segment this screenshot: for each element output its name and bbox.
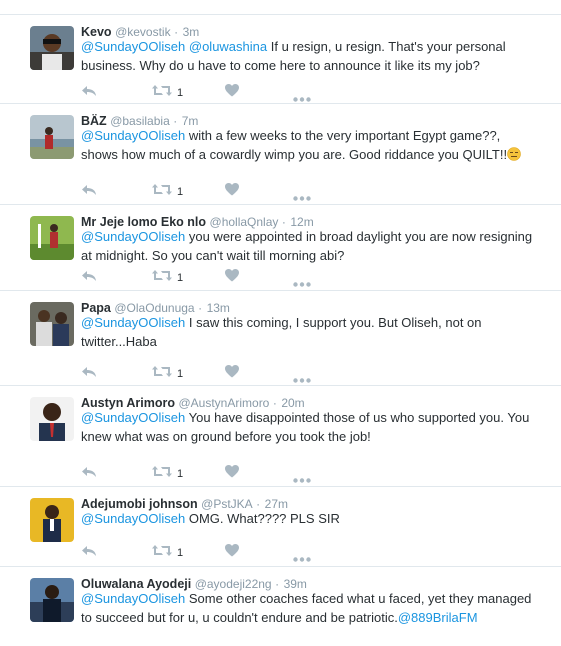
tweet-text: @SundayOOliseh you were appointed in bro… — [81, 227, 533, 265]
reply-arrow-icon — [81, 269, 97, 287]
tweet-actions: 1 — [81, 269, 321, 287]
tweet-actions: 1 — [81, 84, 321, 102]
tweet-actions: 1 — [81, 465, 321, 483]
avatar[interactable] — [30, 115, 74, 159]
retweet-count: 1 — [177, 368, 184, 380]
more-button[interactable] — [293, 549, 311, 567]
like-button[interactable] — [225, 84, 239, 102]
reply-arrow-icon — [81, 465, 97, 483]
mention-link[interactable]: @SundayOOliseh — [81, 591, 185, 606]
retweet-count: 1 — [177, 547, 184, 559]
tweet-text: @SundayOOliseh @oluwashina If u resign, … — [81, 37, 533, 75]
mention-link[interactable]: @oluwashina — [189, 39, 267, 54]
retweet-icon — [152, 365, 172, 383]
retweet-icon — [152, 465, 172, 483]
tweet-actions: 1 — [81, 183, 321, 201]
tweet[interactable]: Austyn Arimoro @AustynArimoro · 20m @Sund… — [0, 385, 561, 487]
retweet-icon — [152, 544, 172, 562]
retweet-count: 1 — [177, 468, 184, 480]
mention-link[interactable]: @SundayOOliseh — [81, 410, 185, 425]
reply-arrow-icon — [81, 183, 97, 201]
tweet-text: @SundayOOliseh Some other coaches faced … — [81, 589, 533, 627]
retweet-button[interactable]: 1 — [152, 465, 183, 483]
retweet-button[interactable]: 1 — [152, 365, 183, 383]
retweet-icon — [152, 183, 172, 201]
tweet-text-segment: OMG. What???? PLS SIR — [185, 511, 340, 526]
mention-link[interactable]: @SundayOOliseh — [81, 229, 185, 244]
mention-link[interactable]: @SundayOOliseh — [81, 128, 185, 143]
tweet-actions: 1 — [81, 544, 321, 562]
retweet-count: 1 — [177, 87, 184, 99]
more-dots-icon — [293, 549, 311, 567]
avatar[interactable] — [30, 216, 74, 260]
expressionless-face-emoji-icon — [507, 147, 521, 161]
tweet[interactable]: Kevo @kevostik · 3m @SundayOOliseh @oluwa… — [0, 14, 561, 104]
like-button[interactable] — [225, 365, 239, 383]
heart-icon — [225, 269, 239, 287]
reply-button[interactable] — [81, 465, 97, 483]
retweet-icon — [152, 84, 172, 102]
feed-top-divider — [0, 0, 561, 15]
reply-button[interactable] — [81, 544, 97, 562]
tweet[interactable]: Mr Jeje lomo Eko nlo @hollaQnlay · 12m @S… — [0, 204, 561, 291]
mention-link[interactable]: @889BrilaFM — [398, 610, 478, 625]
retweet-count: 1 — [177, 272, 184, 284]
like-button[interactable] — [225, 465, 239, 483]
tweet-text: @SundayOOliseh You have disappointed tho… — [81, 408, 533, 446]
avatar[interactable] — [30, 578, 74, 622]
tweet[interactable]: BÄZ @basilabia · 7m @SundayOOliseh with a… — [0, 103, 561, 205]
heart-icon — [225, 365, 239, 383]
reply-arrow-icon — [81, 365, 97, 383]
heart-icon — [225, 183, 239, 201]
heart-icon — [225, 544, 239, 562]
mention-link[interactable]: @SundayOOliseh — [81, 511, 185, 526]
retweet-button[interactable]: 1 — [152, 544, 183, 562]
tweet-text: @SundayOOliseh I saw this coming, I supp… — [81, 313, 533, 351]
tweet-text: @SundayOOliseh OMG. What???? PLS SIR — [81, 509, 533, 528]
retweet-icon — [152, 269, 172, 287]
tweet-text: @SundayOOliseh with a few weeks to the v… — [81, 126, 533, 164]
reply-button[interactable] — [81, 365, 97, 383]
reply-arrow-icon — [81, 84, 97, 102]
like-button[interactable] — [225, 183, 239, 201]
like-button[interactable] — [225, 544, 239, 562]
avatar[interactable] — [30, 397, 74, 441]
mention-link[interactable]: @SundayOOliseh — [81, 39, 185, 54]
tweet[interactable]: Adejumobi johnson @PstJKA · 27m @SundayOO… — [0, 486, 561, 567]
like-button[interactable] — [225, 269, 239, 287]
retweet-count: 1 — [177, 186, 184, 198]
tweet[interactable]: Oluwalana Ayodeji @ayodeji22ng · 39m @Sun… — [0, 566, 561, 646]
heart-icon — [225, 84, 239, 102]
reply-button[interactable] — [81, 183, 97, 201]
mention-link[interactable]: @SundayOOliseh — [81, 315, 185, 330]
reply-arrow-icon — [81, 544, 97, 562]
avatar[interactable] — [30, 498, 74, 542]
heart-icon — [225, 465, 239, 483]
reply-button[interactable] — [81, 269, 97, 287]
retweet-button[interactable]: 1 — [152, 84, 183, 102]
avatar[interactable] — [30, 302, 74, 346]
retweet-button[interactable]: 1 — [152, 269, 183, 287]
tweet[interactable]: Papa @OlaOdunuga · 13m @SundayOOliseh I s… — [0, 290, 561, 386]
avatar[interactable] — [30, 26, 74, 70]
reply-button[interactable] — [81, 84, 97, 102]
retweet-button[interactable]: 1 — [152, 183, 183, 201]
tweet-feed: Kevo @kevostik · 3m @SundayOOliseh @oluwa… — [0, 0, 561, 640]
tweet-actions: 1 — [81, 365, 321, 383]
